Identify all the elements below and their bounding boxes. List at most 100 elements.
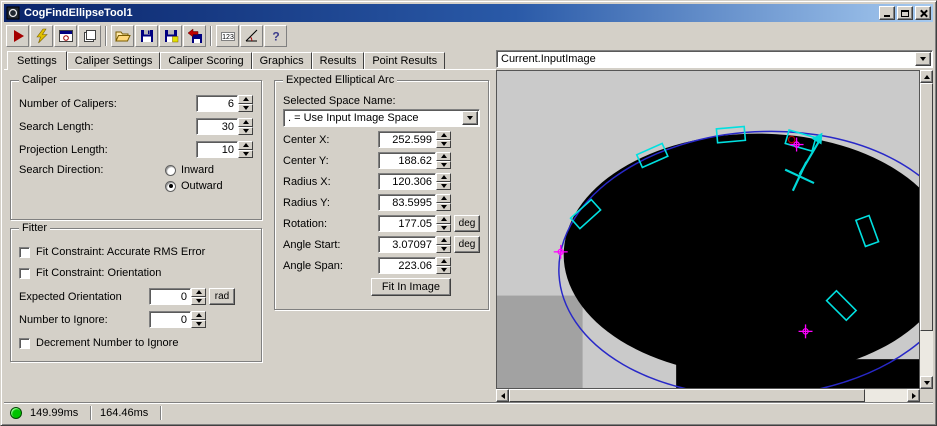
scroll-left-button[interactable] (496, 389, 509, 402)
number-to-ignore-spinner (149, 311, 206, 328)
field-row: Selected Space Name: (283, 95, 480, 107)
spin-down-icon (195, 321, 202, 326)
title-bar[interactable]: CogFindEllipseTool1 (4, 4, 933, 22)
spin-down-button[interactable] (191, 296, 206, 305)
vertical-scroll-thumb[interactable] (920, 83, 933, 331)
help-button[interactable]: ? (264, 24, 287, 47)
spin-down-button[interactable] (191, 319, 206, 328)
numeric-format-button[interactable]: 123 (216, 24, 239, 47)
scroll-up-button[interactable] (920, 70, 933, 83)
spin-up-button[interactable] (238, 95, 253, 104)
angle-span-field[interactable] (378, 257, 436, 274)
image-display[interactable] (496, 70, 920, 389)
outward-radio[interactable]: Outward (165, 180, 253, 192)
radius-y-field[interactable] (378, 194, 436, 211)
status-divider (160, 405, 162, 420)
tab-results[interactable]: Results (311, 52, 365, 69)
current-image-button[interactable] (54, 24, 77, 47)
tab-caliper-scoring[interactable]: Caliper Scoring (160, 52, 252, 69)
fit-in-image-button[interactable]: Fit In Image (370, 278, 451, 296)
spin-up-button[interactable] (191, 311, 206, 320)
rms-error-label: Fit Constraint: Accurate RMS Error (36, 246, 206, 258)
deg-unit-button[interactable]: deg (454, 236, 480, 253)
decrement-ignore-checkbox[interactable] (19, 337, 30, 349)
scroll-track[interactable] (920, 331, 933, 376)
spin-down-button[interactable] (436, 265, 451, 274)
rotation-spinner (378, 215, 451, 232)
slope-tool-button[interactable] (240, 24, 263, 47)
maximize-button[interactable] (897, 6, 913, 20)
combo-dropdown-button[interactable] (915, 52, 931, 66)
number-to-ignore-label: Number to Ignore: (19, 313, 108, 326)
open-file-button[interactable] (111, 24, 134, 47)
electric-run-button[interactable] (30, 24, 53, 47)
spin-down-button[interactable] (238, 126, 253, 135)
image-source-combo[interactable]: Current.InputImage (496, 50, 933, 68)
spin-down-button[interactable] (436, 160, 451, 169)
center-y-field[interactable] (378, 152, 436, 169)
spin-down-button[interactable] (436, 244, 451, 253)
spin-down-icon (440, 246, 447, 251)
tab-point-results[interactable]: Point Results (364, 52, 446, 69)
close-button[interactable] (915, 6, 931, 20)
spin-up-button[interactable] (436, 194, 451, 203)
spin-down-icon (440, 204, 447, 209)
minimize-button[interactable] (879, 6, 895, 20)
tab-graphics[interactable]: Graphics (251, 52, 312, 69)
horizontal-scroll-thumb[interactable] (509, 389, 865, 402)
copy-results-button[interactable] (78, 24, 101, 47)
spin-up-icon (440, 154, 447, 159)
spin-down-button[interactable] (436, 139, 451, 148)
number-to-ignore-field[interactable] (149, 311, 191, 328)
radius-x-field[interactable] (378, 173, 436, 190)
center-x-field[interactable] (378, 131, 436, 148)
spin-up-button[interactable] (238, 118, 253, 127)
field-row: Rotation: deg (283, 215, 480, 232)
spin-up-button[interactable] (436, 257, 451, 266)
spin-up-button[interactable] (436, 152, 451, 161)
rad-unit-button[interactable]: rad (209, 288, 235, 305)
horizontal-scrollbar[interactable] (496, 389, 920, 402)
spin-up-button[interactable] (436, 236, 451, 245)
deg-unit-button[interactable]: deg (454, 215, 480, 232)
spin-up-button[interactable] (238, 141, 253, 150)
spin-down-icon (440, 183, 447, 188)
run-button[interactable] (6, 24, 29, 47)
scroll-right-button[interactable] (907, 389, 920, 402)
spin-down-button[interactable] (436, 181, 451, 190)
spin-down-button[interactable] (436, 223, 451, 232)
rotation-field[interactable] (378, 215, 436, 232)
arrow-up-icon (923, 74, 930, 79)
spin-up-button[interactable] (436, 215, 451, 224)
orientation-constraint-checkbox[interactable] (19, 267, 30, 279)
tab-caliper-settings[interactable]: Caliper Settings (66, 52, 161, 69)
scroll-track[interactable] (865, 389, 907, 402)
spin-up-icon (242, 143, 249, 148)
spin-down-button[interactable] (238, 149, 253, 158)
tab-settings[interactable]: Settings (7, 51, 67, 70)
vertical-scrollbar[interactable] (920, 70, 933, 389)
rms-error-checkbox[interactable] (19, 246, 30, 258)
combo-dropdown-button[interactable] (462, 111, 478, 125)
angle-start-field[interactable] (378, 236, 436, 253)
save-image-button[interactable] (159, 24, 182, 47)
status-ok-indicator (10, 406, 22, 419)
spin-up-button[interactable] (191, 288, 206, 297)
number-of-calipers-field[interactable] (196, 95, 238, 112)
angle-start-label: Angle Start: (283, 238, 341, 251)
inward-radio[interactable]: Inward (165, 164, 253, 176)
fitter-group: Fitter Fit Constraint: Accurate RMS Erro… (10, 221, 262, 362)
spin-up-button[interactable] (436, 173, 451, 182)
selected-space-combo[interactable]: . = Use Input Image Space (283, 109, 480, 127)
spin-down-button[interactable] (238, 103, 253, 112)
import-icon (187, 27, 202, 43)
spin-down-button[interactable] (436, 202, 451, 211)
projection-length-field[interactable] (196, 141, 238, 158)
expected-orientation-field[interactable] (149, 288, 191, 305)
spin-up-button[interactable] (436, 131, 451, 140)
scroll-down-button[interactable] (920, 376, 933, 389)
save-file-button[interactable] (135, 24, 158, 47)
import-file-button[interactable] (183, 24, 206, 47)
search-length-field[interactable] (196, 118, 238, 135)
tool-run-time: 149.99ms (30, 406, 79, 419)
